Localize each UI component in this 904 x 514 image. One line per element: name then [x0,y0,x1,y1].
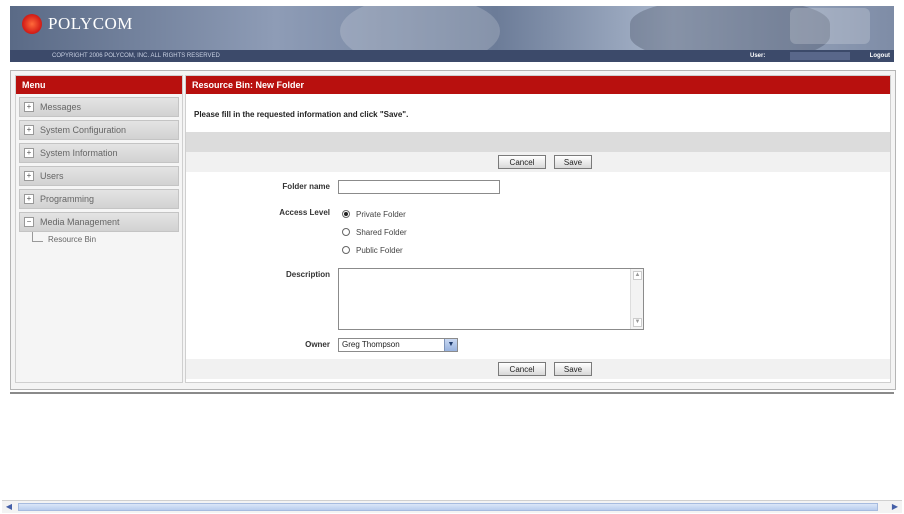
menu-item-label: Media Management [40,217,120,227]
public-folder-radio[interactable] [342,246,350,254]
collapse-icon[interactable]: − [24,217,34,227]
menu-item-programming[interactable]: + Programming [19,189,179,209]
menu-subitem-label: Resource Bin [48,235,97,244]
save-button-bottom[interactable]: Save [554,362,592,376]
shared-folder-radio[interactable] [342,228,350,236]
logout-link[interactable]: Logout [870,50,890,62]
folder-name-input[interactable] [338,180,500,194]
polycom-logo: POLYCOM [22,14,133,34]
polycom-logo-icon [22,14,42,34]
cancel-button[interactable]: Cancel [498,155,546,169]
owner-label: Owner [305,340,330,349]
menu-item-label: System Information [40,148,118,158]
menu-item-label: System Configuration [40,125,127,135]
expand-icon[interactable]: + [24,194,34,204]
scroll-down-icon[interactable]: ▼ [633,318,642,327]
tree-line-icon [32,232,43,242]
private-folder-label: Private Folder [356,210,406,219]
menu-item-media-management[interactable]: − Media Management [19,212,179,232]
user-label: User: [750,53,766,59]
logo-text: POLYCOM [48,14,133,33]
shared-folder-label: Shared Folder [356,228,407,237]
menu-item-messages[interactable]: + Messages [19,97,179,117]
header-decoration [790,8,870,44]
header-subbar: COPYRIGHT 2006 POLYCOM, INC. ALL RIGHTS … [10,50,894,62]
owner-selected-value: Greg Thompson [342,340,400,349]
owner-select[interactable]: Greg Thompson ▼ [338,338,458,352]
private-folder-radio[interactable] [342,210,350,218]
expand-icon[interactable]: + [24,125,34,135]
page-divider [10,392,894,394]
menu-item-label: Programming [40,194,95,204]
bottom-button-bar: Cancel Save [186,359,890,379]
cancel-button-bottom[interactable]: Cancel [498,362,546,376]
top-button-bar: Cancel Save [186,152,890,172]
page-title: Resource Bin: New Folder [186,76,890,94]
menu-item-users[interactable]: + Users [19,166,179,186]
expand-icon[interactable]: + [24,171,34,181]
chevron-down-icon[interactable]: ▼ [444,339,457,351]
content-panel: Resource Bin: New Folder Please fill in … [185,75,891,383]
public-folder-label: Public Folder [356,246,403,255]
expand-icon[interactable]: + [24,102,34,112]
menu-title: Menu [16,76,182,94]
main-panel: Menu + Messages + System Configuration +… [10,70,896,390]
instructions-text: Please fill in the requested information… [194,110,409,119]
folder-name-label: Folder name [282,182,330,191]
username-field [790,52,850,60]
description-label: Description [285,270,330,279]
scroll-up-icon[interactable]: ▲ [633,271,642,280]
menu-item-system-configuration[interactable]: + System Configuration [19,120,179,140]
sidebar-menu: Menu + Messages + System Configuration +… [15,75,183,383]
menu-item-system-information[interactable]: + System Information [19,143,179,163]
app-header: POLYCOM [10,6,894,50]
copyright-text: COPYRIGHT 2006 POLYCOM, INC. ALL RIGHTS … [52,53,220,59]
section-separator [186,132,890,152]
access-level-label: Access Level [279,208,330,217]
scroll-right-icon[interactable]: ▶ [890,502,900,512]
scrollbar-thumb[interactable] [18,503,878,511]
description-textarea[interactable]: ▲ ▼ [338,268,644,330]
textarea-scrollbar[interactable]: ▲ ▼ [630,269,643,329]
horizontal-scrollbar[interactable]: ◀ ▶ [2,500,902,513]
header-decoration [340,6,500,50]
menu-item-label: Messages [40,102,82,112]
menu-item-label: Users [40,171,64,181]
menu-subitem-resource-bin[interactable]: Resource Bin [26,232,182,248]
browser-window: POLYCOM COPYRIGHT 2006 POLYCOM, INC. ALL… [0,0,904,514]
save-button[interactable]: Save [554,155,592,169]
expand-icon[interactable]: + [24,148,34,158]
scroll-left-icon[interactable]: ◀ [4,502,14,512]
